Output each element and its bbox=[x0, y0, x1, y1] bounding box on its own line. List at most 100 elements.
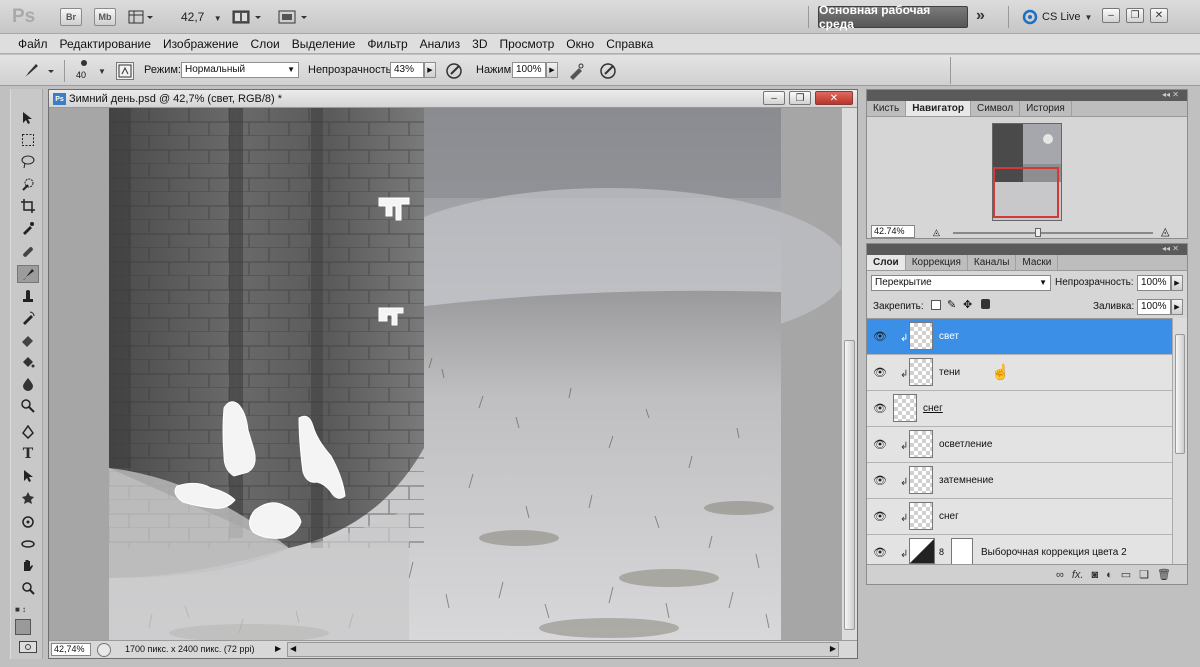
eye-icon[interactable]: 👁 bbox=[873, 510, 887, 523]
menu-layer[interactable]: Слои bbox=[245, 37, 286, 51]
3d-rotate-tool[interactable] bbox=[17, 513, 39, 531]
eye-icon[interactable]: 👁 bbox=[873, 474, 887, 487]
brush-panel-toggle[interactable] bbox=[116, 62, 134, 80]
bridge-button[interactable]: Br bbox=[60, 8, 82, 26]
menu-help[interactable]: Справка bbox=[600, 37, 659, 51]
zoom-out-icon[interactable]: ◬ bbox=[933, 227, 940, 238]
extras-menu-button[interactable] bbox=[128, 8, 154, 26]
tab-adjustments[interactable]: Коррекция bbox=[906, 255, 968, 270]
tab-masks[interactable]: Маски bbox=[1016, 255, 1059, 270]
doc-close-button[interactable]: ✕ bbox=[815, 91, 853, 105]
workspace-switcher-button[interactable]: Основная рабочая среда bbox=[818, 3, 968, 31]
layer-blend-mode-select[interactable]: Перекрытие ▼ bbox=[871, 275, 1051, 291]
type-tool[interactable]: T bbox=[17, 445, 39, 463]
menu-edit[interactable]: Редактирование bbox=[54, 37, 157, 51]
minimize-button[interactable]: – bbox=[1102, 8, 1120, 23]
layer-row-snow[interactable]: 👁 снег bbox=[867, 391, 1172, 427]
clone-stamp-tool[interactable] bbox=[17, 287, 39, 305]
menu-window[interactable]: Окно bbox=[560, 37, 600, 51]
doc-restore-button[interactable]: ❐ bbox=[789, 91, 811, 105]
navigator-view-box[interactable] bbox=[993, 167, 1059, 218]
quick-selection-tool[interactable] bbox=[17, 175, 39, 193]
eye-icon[interactable]: 👁 bbox=[873, 366, 887, 379]
collapse-icon[interactable]: ◂◂ ✕ bbox=[1162, 90, 1179, 99]
brush-tool[interactable] bbox=[17, 265, 39, 283]
more-workspaces-icon[interactable]: » bbox=[976, 7, 985, 25]
menu-view[interactable]: Просмотр bbox=[493, 37, 560, 51]
document-title-bar[interactable]: Ps Зимний день.psd @ 42,7% (свет, RGB/8)… bbox=[49, 90, 857, 108]
status-options-icon[interactable] bbox=[97, 643, 111, 657]
layer-opacity-slider-toggle[interactable]: ▶ bbox=[1171, 275, 1183, 291]
tab-history[interactable]: История bbox=[1020, 101, 1072, 116]
airbrush-toggle[interactable] bbox=[566, 61, 586, 81]
status-menu-arrow-icon[interactable]: ▶ bbox=[275, 644, 281, 653]
fill-field[interactable]: 100% bbox=[1137, 299, 1171, 315]
menu-select[interactable]: Выделение bbox=[286, 37, 362, 51]
add-mask-icon[interactable]: ◙ bbox=[1091, 569, 1098, 581]
tab-channels[interactable]: Каналы bbox=[968, 255, 1017, 270]
lock-transparency-icon[interactable] bbox=[931, 300, 941, 310]
menu-analysis[interactable]: Анализ bbox=[414, 37, 467, 51]
scroll-right-icon[interactable]: ▶ bbox=[830, 644, 836, 653]
collapse-icon[interactable]: ◂◂ ✕ bbox=[1162, 244, 1179, 253]
panel-header[interactable]: ◂◂ ✕ bbox=[867, 90, 1187, 101]
pen-tool[interactable] bbox=[17, 423, 39, 441]
hand-tool[interactable] bbox=[17, 557, 39, 575]
path-selection-tool[interactable] bbox=[17, 467, 39, 485]
blur-tool[interactable] bbox=[17, 375, 39, 393]
restore-button[interactable]: ❐ bbox=[1126, 8, 1144, 23]
fx-icon[interactable]: fx. bbox=[1072, 569, 1084, 581]
foreground-color-swatch[interactable] bbox=[15, 619, 31, 635]
vertical-scroll-thumb[interactable] bbox=[844, 340, 855, 630]
history-brush-tool[interactable] bbox=[17, 309, 39, 327]
layer-row-burn[interactable]: 👁 ↲ затемнение bbox=[867, 463, 1172, 499]
navigator-thumbnail[interactable] bbox=[992, 123, 1062, 221]
tab-brush[interactable]: Кисть bbox=[867, 101, 907, 116]
status-zoom-field[interactable]: 42,74% bbox=[51, 643, 91, 656]
blend-mode-select[interactable]: Нормальный ▼ bbox=[181, 62, 299, 78]
link-layers-icon[interactable]: ∞ bbox=[1056, 569, 1064, 581]
layer-row-light[interactable]: 👁 ↲ свет bbox=[867, 319, 1172, 355]
scroll-left-icon[interactable]: ◀ bbox=[290, 644, 296, 653]
zoom-tool[interactable] bbox=[17, 579, 39, 597]
flow-slider-toggle[interactable]: ▶ bbox=[546, 62, 558, 78]
flow-field[interactable]: 100% bbox=[512, 62, 546, 78]
lock-all-icon[interactable] bbox=[981, 299, 990, 309]
custom-shape-tool[interactable] bbox=[17, 489, 39, 507]
new-layer-icon[interactable]: ❏ bbox=[1139, 568, 1149, 581]
winter-scene-canvas[interactable] bbox=[49, 108, 841, 641]
panel-header[interactable]: ◂◂ ✕ bbox=[867, 244, 1187, 255]
cs-live-button[interactable]: CS Live ▼ bbox=[1022, 9, 1092, 25]
tab-layers[interactable]: Слои bbox=[867, 255, 906, 270]
trash-icon[interactable]: 🗑 bbox=[1157, 568, 1171, 581]
3d-orbit-tool[interactable] bbox=[17, 535, 39, 553]
tab-navigator[interactable]: Навигатор bbox=[906, 101, 971, 116]
healing-brush-tool[interactable] bbox=[17, 243, 39, 261]
close-button[interactable]: ✕ bbox=[1150, 8, 1168, 23]
move-tool[interactable] bbox=[17, 109, 39, 127]
minibridge-button[interactable]: Mb bbox=[94, 8, 116, 26]
quick-mask-toggle[interactable] bbox=[19, 641, 37, 653]
opacity-slider-toggle[interactable]: ▶ bbox=[424, 62, 436, 78]
menu-3d[interactable]: 3D bbox=[466, 37, 493, 51]
menu-image[interactable]: Изображение bbox=[157, 37, 245, 51]
tab-character[interactable]: Символ bbox=[971, 101, 1021, 116]
dodge-tool[interactable] bbox=[17, 397, 39, 415]
opacity-field[interactable]: 43% bbox=[390, 62, 424, 78]
layer-opacity-field[interactable]: 100% bbox=[1137, 275, 1171, 291]
eye-icon[interactable]: 👁 bbox=[873, 546, 887, 559]
screen-mode-button[interactable] bbox=[278, 8, 310, 26]
eye-icon[interactable]: 👁 bbox=[873, 402, 887, 415]
canvas-area[interactable] bbox=[49, 108, 841, 641]
eraser-tool[interactable] bbox=[17, 331, 39, 349]
doc-minimize-button[interactable]: – bbox=[763, 91, 785, 105]
fill-slider-toggle[interactable]: ▶ bbox=[1171, 299, 1183, 315]
default-colors-icon[interactable]: ■ ↕ bbox=[15, 605, 39, 615]
layers-scroll-thumb[interactable] bbox=[1175, 334, 1185, 454]
vertical-scrollbar[interactable] bbox=[841, 108, 857, 641]
horizontal-scrollbar[interactable]: ◀ ▶ bbox=[287, 642, 839, 657]
menu-filter[interactable]: Фильтр bbox=[361, 37, 413, 51]
arrange-documents-button[interactable] bbox=[232, 8, 264, 26]
zoom-in-icon[interactable]: ◬ bbox=[1161, 225, 1169, 238]
tool-preset-picker[interactable] bbox=[18, 61, 58, 81]
